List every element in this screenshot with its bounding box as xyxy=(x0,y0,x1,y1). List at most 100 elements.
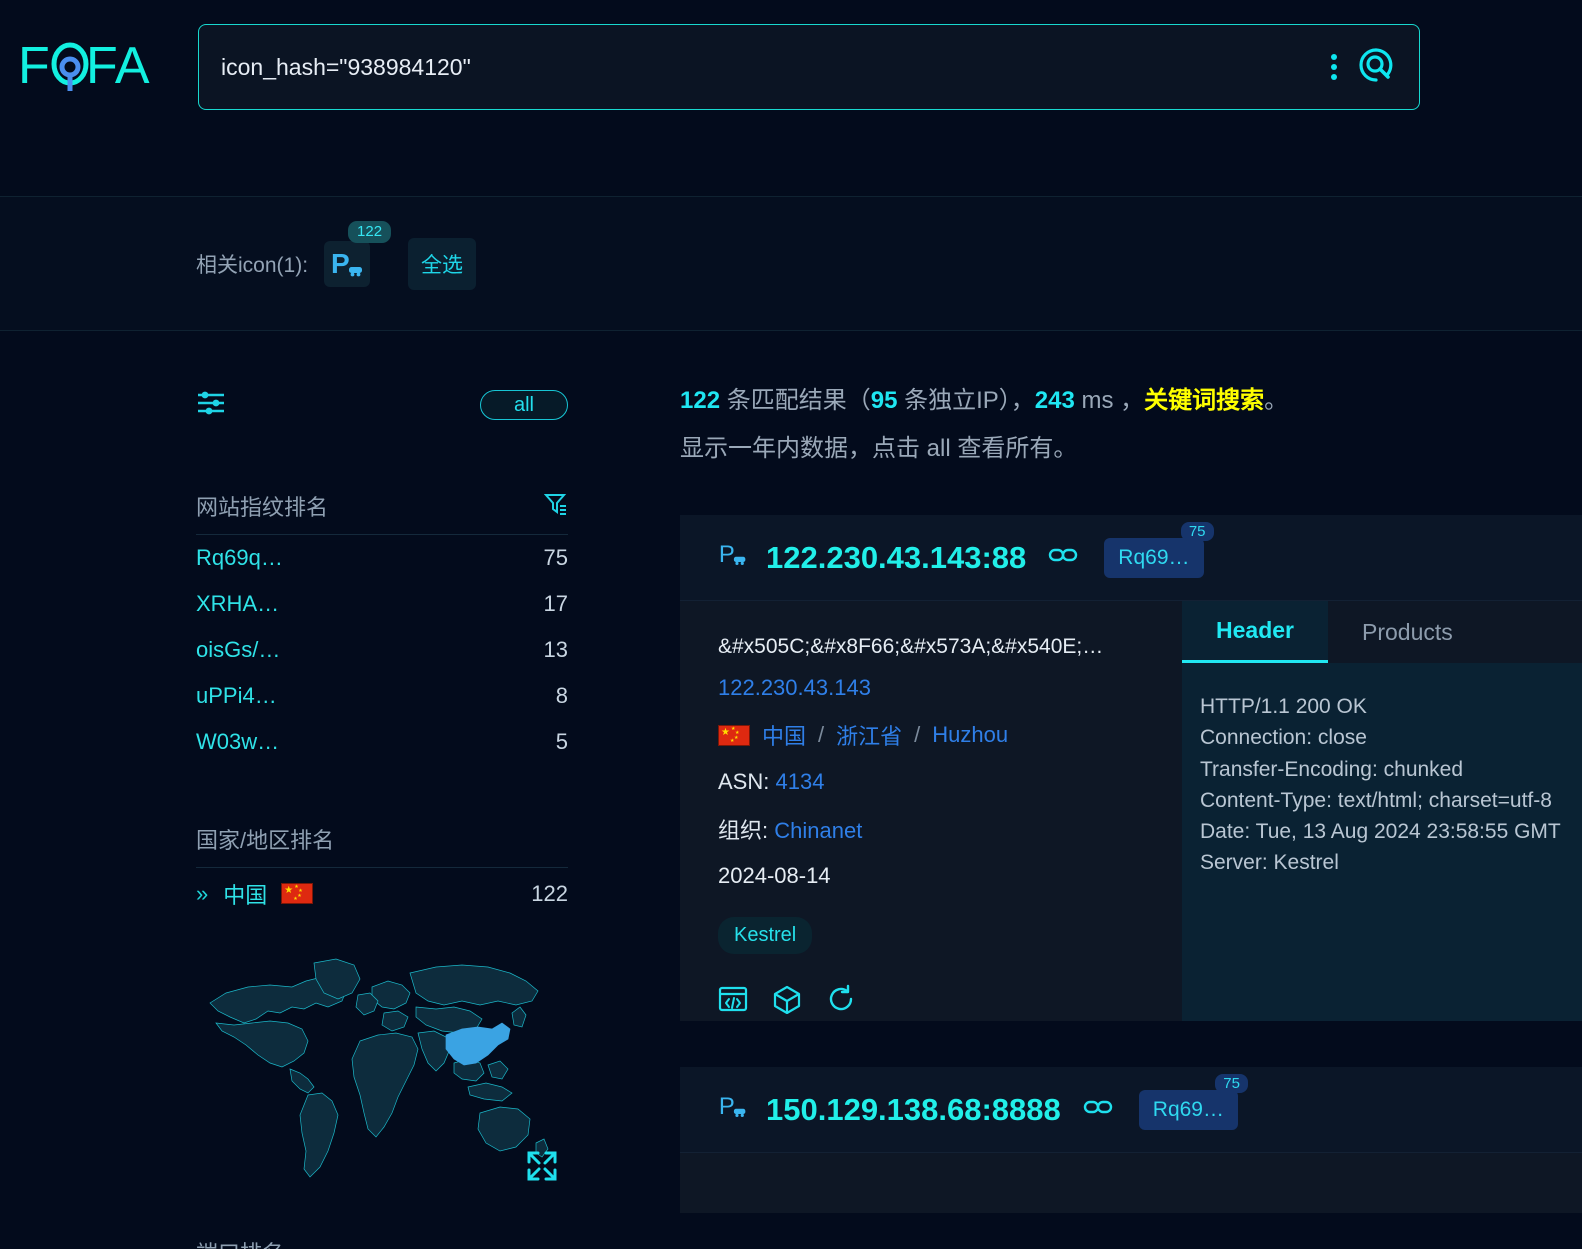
fingerprint-chip[interactable]: Rq69… 75 xyxy=(1138,1073,1248,1130)
summary-period: 。 xyxy=(1264,387,1289,414)
org-value[interactable]: Chinanet xyxy=(774,818,862,843)
fingerprint-rank-row[interactable]: XRHA… 17 xyxy=(196,581,568,627)
china-flag-icon: ★ ★ ★ ★ ★ xyxy=(718,724,750,746)
geo-sep-1: / xyxy=(818,722,825,748)
parking-icon: P xyxy=(718,540,748,575)
fingerprint-rank-row[interactable]: uPPi4… 8 xyxy=(196,673,568,719)
results-panel: 122 条匹配结果（95 条独立IP），243 ms ，关键词搜索。 显示一年内… xyxy=(680,382,1582,1214)
result-org-row: 组织: Chinanet xyxy=(718,813,1180,845)
left-sidebar: all 网站指纹排名 Rq69q… 75 XRHA… 17 oisGs/… 13 uPPi4… xyxy=(196,382,568,1195)
unique-suffix: 条独立IP）， xyxy=(897,387,1035,414)
fofa-search-page: F FA icon_hash="938984120" 相关icon(1): P … xyxy=(0,0,1582,1249)
country-rank-value: 122 xyxy=(531,880,568,906)
filter-sliders-icon[interactable] xyxy=(196,390,226,421)
sidebar-header: all xyxy=(196,382,568,428)
search-icon[interactable] xyxy=(1359,47,1393,87)
result-ip[interactable]: 122.230.43.143 xyxy=(718,675,1180,701)
all-toggle-pill[interactable]: all xyxy=(480,390,568,420)
duration-unit: ms ， xyxy=(1074,387,1145,414)
filter-funnel-icon[interactable] xyxy=(543,492,568,521)
result-details: &#x505C;&#x8F66;&#x573A;&#x540E;… 122.23… xyxy=(680,601,1180,1021)
fingerprint-title: 网站指纹排名 xyxy=(196,495,329,520)
product-tag[interactable]: Kestrel xyxy=(718,917,813,955)
response-tabs: Header Products xyxy=(1182,601,1582,664)
expand-chevron-icon[interactable]: » xyxy=(196,881,208,907)
org-label: 组织: xyxy=(718,818,769,844)
asn-label: ASN: xyxy=(718,769,770,795)
svg-text:F: F xyxy=(18,37,50,95)
results-subtext: 显示一年内数据，点击 all 查看所有。 xyxy=(680,428,1582,463)
result-card-body-partial xyxy=(680,1153,1582,1213)
fingerprint-rank-name[interactable]: uPPi4… xyxy=(196,683,277,709)
more-options-icon[interactable] xyxy=(1331,54,1337,80)
fingerprint-section-header: 网站指纹排名 xyxy=(196,490,568,534)
asn-value[interactable]: 4134 xyxy=(775,769,824,794)
fingerprint-chip-label: Rq69… xyxy=(1152,1097,1224,1121)
http-header-text: HTTP/1.1 200 OK Connection: close Transf… xyxy=(1200,695,1561,874)
related-icon-thumb[interactable]: P 122 xyxy=(324,220,392,287)
geo-region[interactable]: 浙江省 xyxy=(836,719,902,751)
fingerprint-rank-value: 8 xyxy=(555,683,568,708)
country-rank-row[interactable]: » 中国 ★ ★ ★ ★ ★ 122 xyxy=(196,867,568,919)
sub-suffix: 查看所有。 xyxy=(950,435,1078,463)
fingerprint-chip[interactable]: Rq69… 75 xyxy=(1104,521,1214,578)
result-date: 2024-08-14 xyxy=(718,863,831,889)
fingerprint-rank-row[interactable]: oisGs/… 13 xyxy=(196,627,568,673)
fingerprint-rank-value: 13 xyxy=(543,637,568,662)
select-all-button[interactable]: 全选 xyxy=(408,237,477,290)
geo-sep-2: / xyxy=(914,722,921,748)
svg-text:P: P xyxy=(719,541,735,568)
response-tab-header[interactable]: Header xyxy=(1182,601,1328,664)
result-response-panel: Header Products HTTP/1.1 200 OK Connectio… xyxy=(1182,601,1582,1022)
link-icon[interactable] xyxy=(1083,1097,1113,1122)
fingerprint-rank-value: 5 xyxy=(555,729,568,754)
country-section-header: 国家/地区排名 xyxy=(196,823,568,867)
result-host[interactable]: 122.230.43.143:88 xyxy=(766,540,1026,576)
sidebar-bottom-partial-title: 端口排名 xyxy=(196,1236,568,1249)
geo-city[interactable]: Huzhou xyxy=(932,722,1008,748)
country-rank-list: » 中国 ★ ★ ★ ★ ★ 122 xyxy=(196,867,568,919)
link-icon[interactable] xyxy=(1048,545,1078,570)
fingerprint-rank-name[interactable]: XRHA… xyxy=(196,591,279,617)
svg-text:P: P xyxy=(719,1093,735,1120)
unique-ip-count: 95 xyxy=(870,387,898,414)
svg-text:P: P xyxy=(331,248,350,279)
fingerprint-rank-name[interactable]: oisGs/… xyxy=(196,637,280,663)
search-input[interactable] xyxy=(199,53,1331,81)
fingerprint-chip-label: Rq69… xyxy=(1118,545,1190,569)
fingerprint-rank-value: 75 xyxy=(543,545,568,570)
expand-map-icon[interactable] xyxy=(526,1150,558,1187)
refresh-icon[interactable] xyxy=(826,984,856,1019)
fingerprint-rank-row[interactable]: Rq69q… 75 xyxy=(196,535,568,581)
search-type-badge: 关键词搜索 xyxy=(1144,387,1265,414)
result-card-header: P 122.230.43.143:88 Rq69… 75 xyxy=(680,515,1582,602)
result-card: P 122.230.43.143:88 Rq69… 75 &#x505C;&#x… xyxy=(680,515,1582,1022)
fingerprint-rank-value: 17 xyxy=(543,591,568,616)
fingerprint-rank-name[interactable]: W03w… xyxy=(196,729,279,755)
top-bar: F FA xyxy=(0,0,1582,135)
response-tab-products[interactable]: Products xyxy=(1328,601,1487,663)
result-host[interactable]: 150.129.138.68:8888 xyxy=(766,1092,1061,1128)
related-icon-count: 122 xyxy=(348,220,392,244)
query-duration: 243 xyxy=(1034,387,1075,414)
result-title: &#x505C;&#x8F66;&#x573A;&#x540E;… xyxy=(718,635,1104,659)
fingerprint-rank-row[interactable]: W03w… 5 xyxy=(196,719,568,765)
total-count: 122 xyxy=(680,387,721,414)
country-title: 国家/地区排名 xyxy=(196,828,335,853)
country-rank-name[interactable]: 中国 xyxy=(223,878,267,910)
svg-text:FA: FA xyxy=(86,37,150,95)
result-geo: ★ ★ ★ ★ ★ 中国 / 浙江省 / Huzhou xyxy=(718,719,1180,751)
sub-prefix: 显示一年内数据，点击 xyxy=(680,435,927,463)
result-actions xyxy=(718,984,1180,1019)
view-source-icon[interactable] xyxy=(718,984,748,1019)
search-bar xyxy=(198,24,1420,110)
total-suffix: 条匹配结果（ xyxy=(720,387,871,414)
parking-icon: P xyxy=(718,1092,748,1127)
geo-country[interactable]: 中国 xyxy=(762,719,806,751)
china-flag-icon: ★ ★ ★ ★ ★ xyxy=(281,883,314,904)
world-map[interactable] xyxy=(196,937,568,1195)
view-all-link[interactable]: all xyxy=(927,435,951,462)
cube-icon[interactable] xyxy=(772,984,802,1019)
fofa-logo[interactable]: F FA xyxy=(18,37,170,99)
fingerprint-rank-name[interactable]: Rq69q… xyxy=(196,545,283,571)
